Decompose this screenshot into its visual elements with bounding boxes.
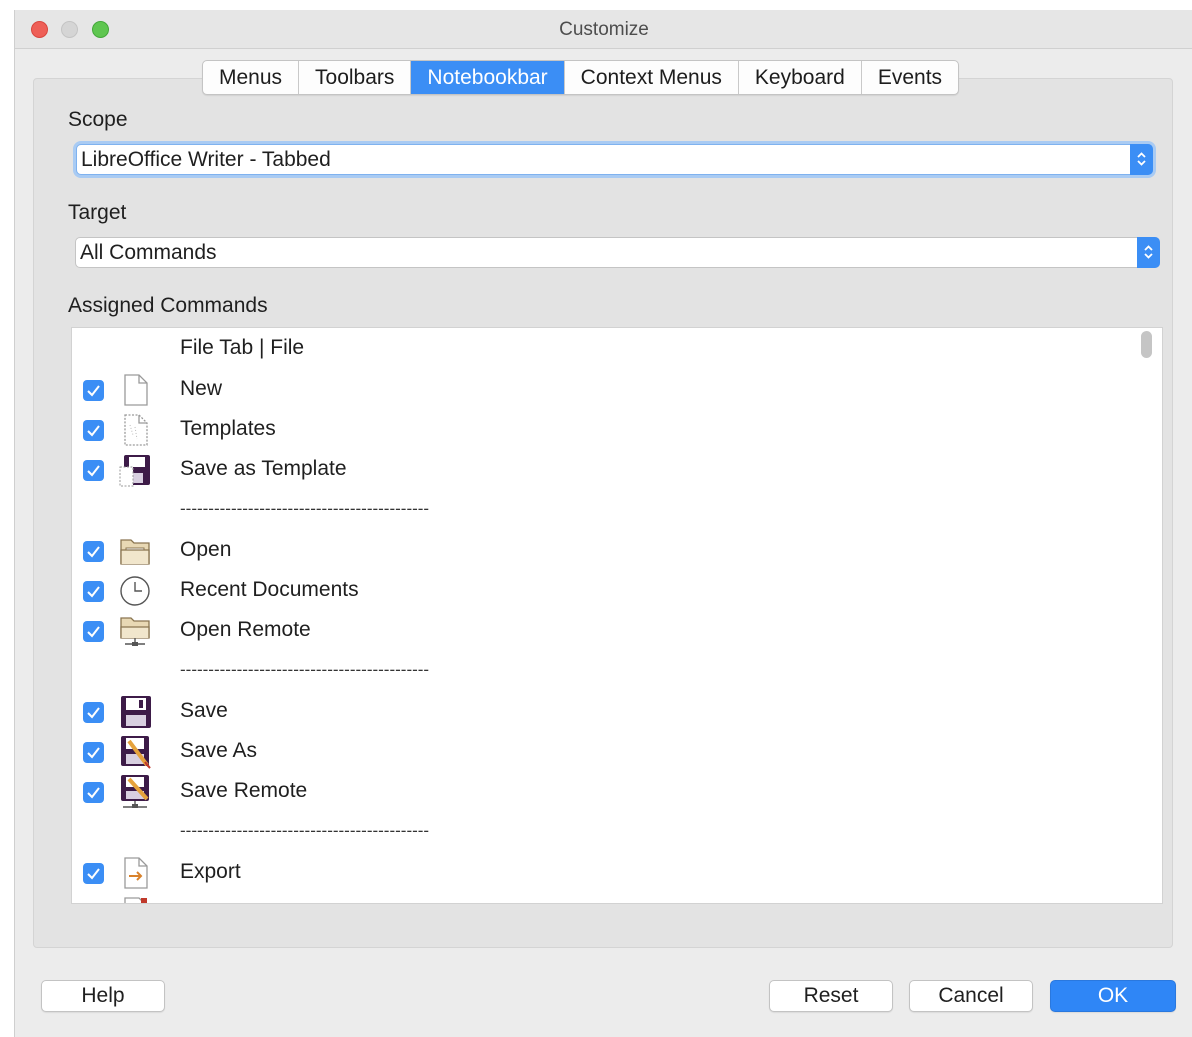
checkmark-icon [87, 425, 100, 437]
separator-line: ----------------------------------------… [180, 499, 430, 518]
tab-context-menus[interactable]: Context Menus [565, 61, 739, 94]
tab-bar: Menus Toolbars Notebookbar Context Menus… [202, 60, 960, 95]
target-value: All Commands [80, 241, 217, 264]
target-label: Target [68, 201, 127, 224]
reset-button[interactable]: Reset [769, 980, 893, 1012]
list-header: File Tab | File [180, 336, 305, 359]
document-icon [124, 897, 147, 903]
item-label: Save As [180, 739, 258, 762]
chevron-updown-icon [1144, 245, 1153, 259]
help-button[interactable]: Help [41, 980, 165, 1012]
tab-toolbars[interactable]: Toolbars [299, 61, 412, 94]
tab-menus[interactable]: Menus [203, 61, 300, 94]
checkmark-icon [87, 787, 100, 799]
checkmark-icon [87, 747, 100, 759]
list-item[interactable]: New [72, 369, 1132, 409]
scope-value: LibreOffice Writer - Tabbed [81, 148, 331, 171]
item-label: Save [180, 699, 228, 722]
checkmark-icon [87, 465, 100, 477]
list-item[interactable]: Save Remote [72, 771, 1132, 811]
tab-keyboard[interactable]: Keyboard [739, 61, 862, 94]
list-item[interactable]: Templates [72, 409, 1132, 449]
clock-icon [120, 576, 150, 606]
checkmark-icon [87, 626, 100, 638]
checkbox-save-remote[interactable] [83, 782, 104, 803]
ok-button[interactable]: OK [1050, 980, 1176, 1012]
separator-line: ----------------------------------------… [180, 821, 430, 840]
scope-select[interactable]: LibreOffice Writer - Tabbed [76, 144, 1153, 175]
save-icon [121, 696, 151, 728]
item-label: Save as Template [180, 457, 347, 480]
checkbox-open-remote[interactable] [83, 621, 104, 642]
item-label: Recent Documents [180, 578, 359, 601]
item-label: Export [180, 860, 241, 883]
checkbox-templates[interactable] [83, 420, 104, 441]
scope-label: Scope [68, 108, 128, 131]
checkbox-save-as-template[interactable] [83, 460, 104, 481]
title-bar: Customize [15, 10, 1192, 49]
list-item[interactable]: Recent Documents [72, 570, 1132, 610]
tab-events[interactable]: Events [862, 61, 958, 94]
list-separator[interactable]: ----------------------------------------… [72, 650, 1132, 690]
item-label: Save Remote [180, 779, 308, 802]
checkbox-new[interactable] [83, 380, 104, 401]
checkmark-icon [87, 868, 100, 880]
list-item[interactable]: Export [72, 852, 1132, 892]
checkbox-recent-documents[interactable] [83, 581, 104, 602]
checkmark-icon [87, 385, 100, 397]
assigned-commands-label: Assigned Commands [68, 294, 268, 317]
checkbox-open[interactable] [83, 541, 104, 562]
item-label: New [180, 377, 223, 400]
save-as-template-icon [119, 455, 150, 487]
list-item[interactable]: Save [72, 691, 1132, 731]
background-strip [0, 0, 1192, 10]
list-separator[interactable]: ----------------------------------------… [72, 489, 1132, 529]
templates-icon [124, 414, 148, 446]
cancel-button[interactable]: Cancel [909, 980, 1033, 1012]
checkbox-save[interactable] [83, 702, 104, 723]
checkmark-icon [87, 546, 100, 558]
list-item[interactable] [72, 892, 1132, 904]
checkmark-icon [87, 707, 100, 719]
item-label: Open Remote [180, 618, 311, 641]
separator-line: ----------------------------------------… [180, 660, 430, 679]
chevron-updown-icon [1137, 152, 1146, 166]
list-item[interactable]: Save as Template [72, 449, 1132, 489]
list-item[interactable]: Open Remote [72, 610, 1132, 650]
target-select[interactable]: All Commands [75, 237, 1160, 268]
open-folder-icon [120, 539, 150, 565]
tab-notebookbar[interactable]: Notebookbar [411, 61, 565, 94]
checkbox-save-as[interactable] [83, 742, 104, 763]
export-icon [124, 857, 148, 889]
checkmark-icon [87, 586, 100, 598]
assigned-commands-list[interactable]: File Tab | File New Templates Save as Te… [71, 327, 1163, 904]
list-item[interactable]: Save As [72, 731, 1132, 771]
save-remote-icon [121, 775, 149, 808]
target-stepper[interactable] [1137, 237, 1160, 268]
list-item[interactable]: Open [72, 530, 1132, 570]
item-label: Open [180, 538, 232, 561]
scope-stepper[interactable] [1130, 144, 1153, 175]
save-as-icon [121, 736, 151, 769]
window-title: Customize [559, 19, 649, 40]
new-document-icon [124, 374, 148, 406]
checkbox-next-item[interactable] [83, 903, 104, 904]
checkbox-export[interactable] [83, 863, 104, 884]
item-label: Templates [180, 417, 276, 440]
open-remote-icon [120, 617, 150, 646]
list-scrollbar-thumb[interactable] [1141, 331, 1152, 358]
list-separator[interactable]: ----------------------------------------… [72, 811, 1132, 851]
